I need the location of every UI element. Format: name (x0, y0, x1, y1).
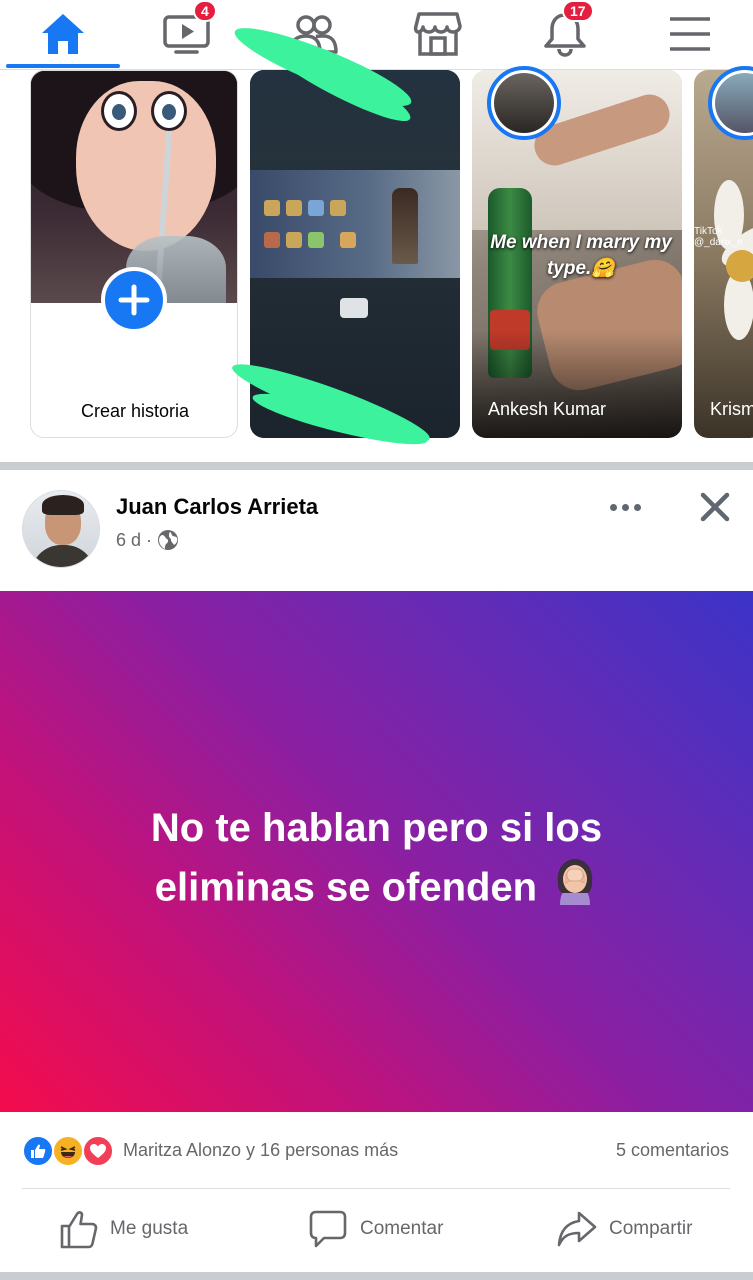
post-time[interactable]: 6 d (116, 530, 141, 551)
section-separator (0, 462, 753, 470)
haha-icon (52, 1135, 84, 1167)
avatar[interactable] (22, 490, 100, 568)
comment-button[interactable]: Comentar (308, 1207, 443, 1251)
like-button[interactable]: Me gusta (60, 1207, 188, 1251)
nav-watch[interactable]: 4 (127, 0, 247, 68)
post-text-background[interactable]: No te hablan pero si los eliminas se ofe… (0, 591, 753, 1112)
love-icon (82, 1135, 114, 1167)
dot-icon (609, 503, 617, 511)
story-author-name: Krism (710, 399, 753, 419)
store-icon (413, 12, 462, 56)
post-author-name[interactable]: Juan Carlos Arrieta (116, 494, 318, 520)
hamburger-icon (670, 17, 710, 51)
nav-home[interactable] (3, 0, 123, 68)
notifications-badge: 17 (562, 0, 594, 22)
section-separator (0, 1272, 753, 1280)
reaction-icons (22, 1135, 118, 1167)
facepalm-emoji (552, 857, 598, 923)
reactions-text[interactable]: Maritza Alonzo y 16 personas más (123, 1140, 398, 1161)
globe-icon (158, 530, 179, 550)
like-label: Me gusta (110, 1218, 189, 1239)
share-label: Compartir (609, 1218, 693, 1239)
share-icon (557, 1211, 597, 1247)
stories-tray: Crear historia Me when I marry my type.🤗… (0, 15, 753, 462)
comment-label: Comentar (360, 1218, 444, 1239)
create-story-label: Crear historia (80, 401, 190, 421)
hide-post-button[interactable] (694, 486, 736, 528)
post-text-line: eliminas se ofenden (154, 865, 538, 910)
story-caption: Me when I marry my type.🤗 (490, 232, 672, 279)
post-text-line: No te hablan pero si los (150, 806, 603, 850)
home-icon (42, 14, 84, 54)
story-author-name: Ankesh Kumar (488, 399, 607, 419)
share-button[interactable]: Compartir (557, 1207, 692, 1251)
plus-icon[interactable] (101, 267, 167, 333)
thumbs-up-icon (60, 1211, 98, 1249)
post-text: No te hablan pero si los eliminas se ofe… (0, 799, 753, 923)
watch-badge: 4 (193, 0, 217, 22)
dot-icon (621, 503, 629, 511)
post-header: Juan Carlos Arrieta 6 d · (0, 470, 753, 591)
post-text-line-2: eliminas se ofenden (0, 857, 753, 923)
nav-notifications[interactable]: 17 (505, 0, 625, 68)
top-navigation-bar: 4 17 (0, 0, 753, 70)
post-meta: 6 d · (116, 529, 179, 551)
like-icon (22, 1135, 54, 1167)
tiktok-watermark: TikTok @_danx_e (694, 226, 743, 248)
nav-marketplace[interactable] (378, 0, 498, 68)
comments-count[interactable]: 5 comentarios (616, 1140, 729, 1161)
dot-icon (633, 503, 641, 511)
story-avatar (487, 66, 561, 140)
reactions-summary[interactable]: Maritza Alonzo y 16 personas más 5 comen… (0, 1112, 753, 1188)
meta-separator: · (146, 529, 153, 550)
create-story-card[interactable]: Crear historia (30, 70, 238, 438)
comment-icon (309, 1210, 347, 1248)
more-options-button[interactable] (602, 494, 648, 520)
nav-menu[interactable] (630, 0, 750, 68)
post-actions: Me gusta Comentar Compartir (0, 1189, 753, 1272)
close-icon (700, 492, 730, 522)
active-tab-indicator (6, 64, 120, 68)
